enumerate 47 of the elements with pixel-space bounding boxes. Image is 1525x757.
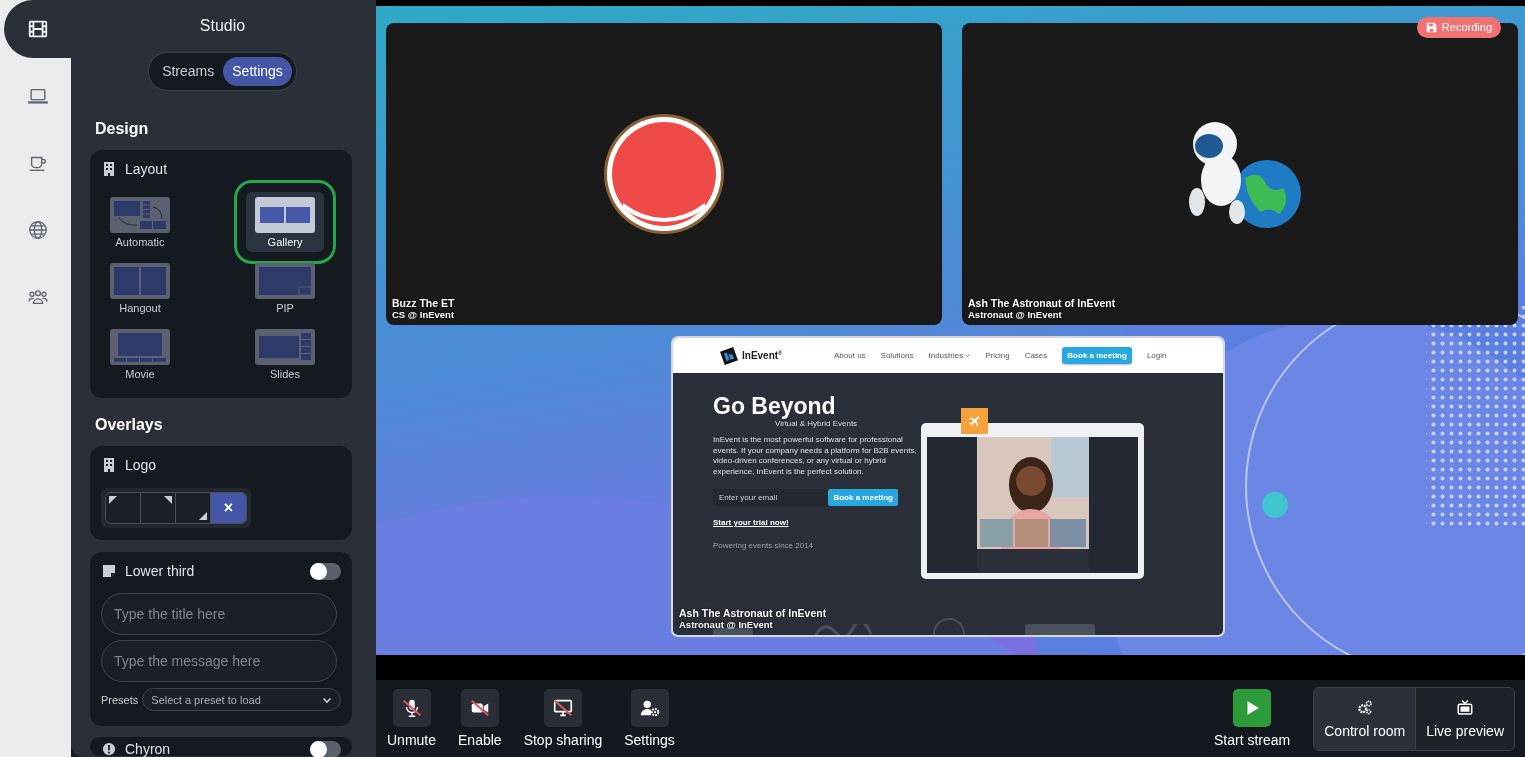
slides-layout-icon — [255, 329, 315, 365]
field-label: Presets — [101, 693, 139, 706]
gears-icon — [1355, 698, 1374, 717]
toolbar-button[interactable]: Settings — [624, 689, 675, 748]
film-icon — [26, 18, 49, 40]
corner-icon — [199, 512, 207, 520]
preset-dropdown[interactable]: Select a preset to load — [142, 688, 341, 711]
text-field[interactable]: Type the message here — [101, 640, 337, 682]
start-stream-button[interactable]: Start stream — [1214, 689, 1291, 748]
logo-position-button[interactable] — [106, 493, 141, 523]
logo-position-button[interactable]: × — [211, 493, 246, 523]
view-tab[interactable]: Live preview — [1415, 687, 1514, 750]
building-icon — [101, 457, 117, 473]
card-title: Chyron — [125, 742, 171, 756]
panel-title: Studio — [199, 16, 246, 36]
layout-option[interactable]: Hangout — [101, 258, 179, 318]
layout-option[interactable]: Automatic — [101, 192, 179, 252]
section-heading: Design — [95, 119, 150, 138]
layout-option[interactable]: Gallery — [246, 192, 324, 252]
tv-icon — [1456, 698, 1475, 717]
gallery-layout-icon — [255, 197, 315, 233]
card-title: Layout — [125, 161, 168, 177]
tab[interactable]: Streams — [153, 57, 224, 86]
section-heading: Overlays — [95, 415, 164, 434]
logo-position-button[interactable] — [141, 493, 176, 523]
toggle-switch[interactable] — [310, 562, 341, 580]
toggle-switch[interactable] — [310, 740, 341, 757]
layout-option[interactable]: Slides — [246, 324, 324, 384]
view-tab[interactable]: Control room — [1314, 687, 1416, 750]
pip-layout-icon — [255, 263, 315, 299]
corner-icon — [164, 496, 172, 504]
layout-option[interactable]: Movie — [101, 324, 179, 384]
corner-icon — [109, 496, 117, 504]
globe-icon — [26, 219, 49, 241]
logo-position-button[interactable] — [176, 493, 211, 523]
layout-option[interactable]: PIP — [246, 258, 324, 318]
automatic-layout-icon — [110, 197, 170, 233]
tab[interactable]: Settings — [223, 57, 292, 86]
text-field[interactable]: Type the title here — [101, 593, 337, 635]
rail-tab[interactable] — [4, 0, 71, 58]
toolbar-button[interactable]: Stop sharing — [523, 689, 603, 748]
card-title: Lower third — [125, 563, 195, 579]
movie-layout-icon — [110, 329, 170, 365]
card-title: Logo — [125, 457, 157, 473]
building-icon — [101, 161, 117, 177]
note-icon — [101, 563, 117, 579]
hangout-layout-icon — [110, 263, 170, 299]
